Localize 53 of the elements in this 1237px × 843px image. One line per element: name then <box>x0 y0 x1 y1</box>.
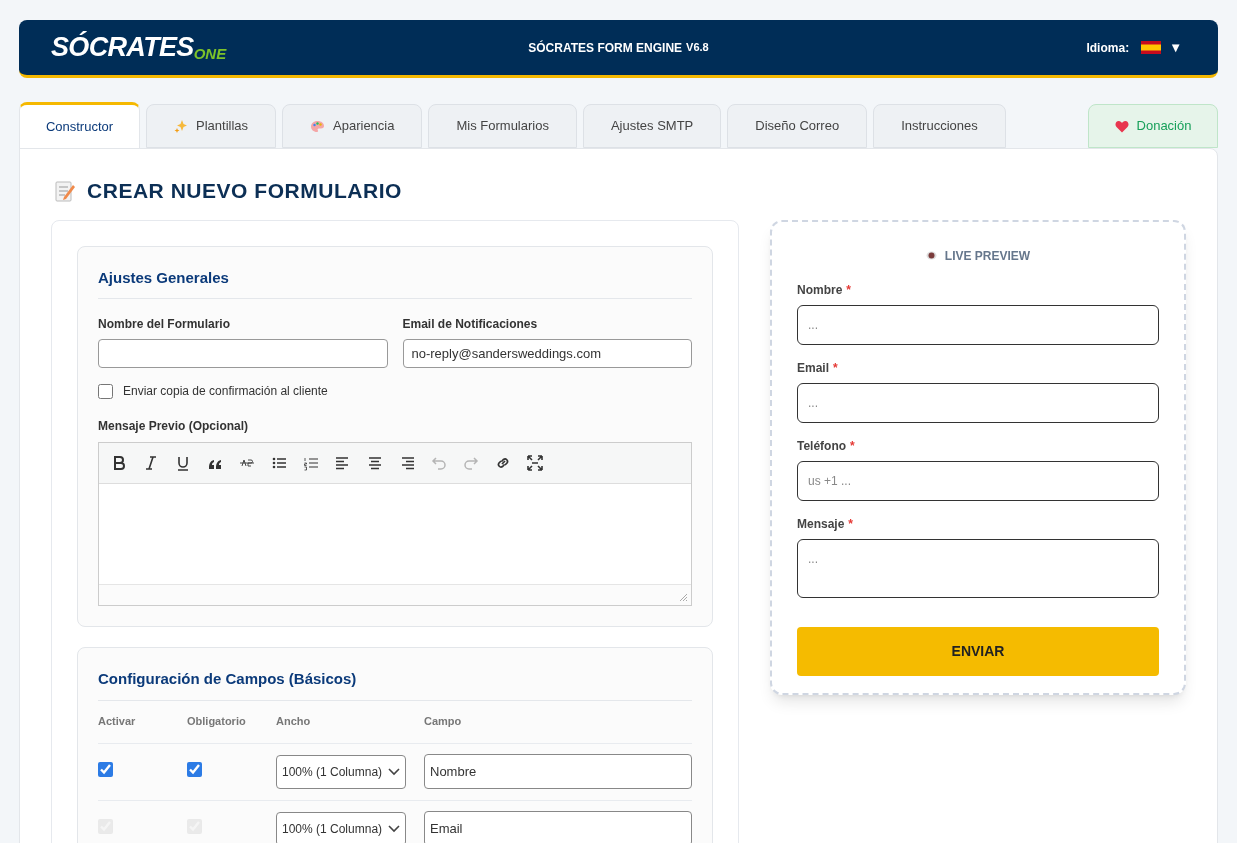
width-dropdown[interactable]: 100% (1 Columna) <box>276 754 406 789</box>
required-asterisk: * <box>846 281 851 299</box>
memo-icon <box>55 179 75 202</box>
preview-field-label: Email <box>797 359 829 377</box>
palette-icon <box>310 119 326 133</box>
eye-icon <box>925 251 937 260</box>
checkbox-label: Enviar copia de confirmación al cliente <box>123 383 328 400</box>
preview-title: LIVE PREVIEW <box>944 247 1031 265</box>
form-name-field[interactable] <box>98 339 388 368</box>
tab[interactable]: Instrucciones <box>873 104 1006 148</box>
logo-subtext: ONE <box>193 46 227 61</box>
chevron-down-icon <box>388 824 400 833</box>
required-checkbox[interactable] <box>187 761 202 777</box>
tab[interactable]: Constructor <box>19 102 140 149</box>
sparkles-icon <box>174 119 188 133</box>
column-header: Obligatorio <box>187 715 246 728</box>
preview-field-label: Teléfono <box>797 437 847 455</box>
tab[interactable]: Diseño Correo <box>727 104 868 148</box>
flag-icon[interactable] <box>1141 41 1162 54</box>
notification-email-field[interactable]: no-reply@sandersweddings.com <box>402 339 692 368</box>
column-header: Activar <box>98 715 136 728</box>
required-asterisk: * <box>848 515 854 533</box>
required-asterisk: * <box>833 359 838 377</box>
tab[interactable]: Ajustes SMTP <box>582 104 722 148</box>
language-dropdown-caret[interactable]: ▼ <box>1169 37 1182 58</box>
section-title: Configuración de Campos (Básicos) <box>98 668 692 701</box>
language-label: Idioma: <box>1086 39 1130 57</box>
copy-checkbox[interactable] <box>98 383 113 399</box>
app-title: SÓCRATES FORM ENGINE <box>528 39 683 57</box>
preview-field-label: Mensaje <box>797 515 845 533</box>
preview-input-field[interactable]: ... <box>797 382 1159 423</box>
field-label: Mensaje Previo (Opcional) <box>98 418 250 435</box>
preview-message-field[interactable]: ... <box>797 538 1159 598</box>
section-title: Ajustes Generales <box>98 266 692 299</box>
resize-grip-icon[interactable] <box>679 593 688 602</box>
tab[interactable]: Mis Formularios <box>428 104 577 148</box>
page-title: CREAR NUEVO FORMULARIO <box>87 178 402 204</box>
preview-input-field[interactable]: ... <box>797 304 1159 345</box>
preview-field-label: Nombre <box>797 281 843 299</box>
preview-input-field[interactable]: us +1 ... <box>797 460 1159 501</box>
tab[interactable]: Apariencia <box>282 104 423 148</box>
activate-checkbox[interactable] <box>98 761 113 777</box>
column-header: Campo <box>424 715 462 728</box>
heart-icon <box>1114 119 1129 133</box>
column-header: Ancho <box>276 715 311 728</box>
field-label: Email de Notificaciones <box>402 316 539 333</box>
submit-button[interactable]: ENVIAR <box>797 626 1159 676</box>
required-asterisk: * <box>850 437 855 455</box>
field-label: Nombre del Formulario <box>98 316 232 333</box>
field-name-input[interactable]: Nombre <box>424 754 692 789</box>
tab[interactable]: Plantillas <box>146 104 277 148</box>
version-label: V6.8 <box>686 39 709 55</box>
chevron-down-icon <box>388 767 400 776</box>
